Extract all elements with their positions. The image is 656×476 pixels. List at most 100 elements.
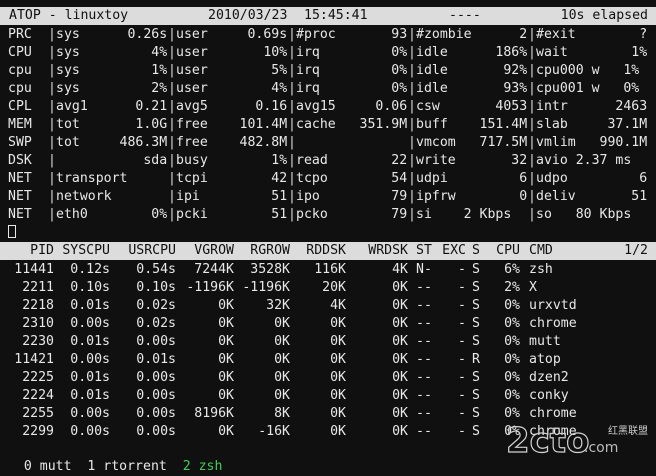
- process-cell-cmd: X: [529, 280, 537, 295]
- process-row[interactable]: 2211 0.10s 0.10s -1196K -1196K 20K 0K -- - S 2% X: [0, 279, 620, 297]
- process-cell-rgrow: -1196K: [242, 280, 290, 295]
- stat-cell: irq 0%: [296, 81, 408, 96]
- process-column-wrdsk: WRDSK: [368, 243, 408, 258]
- process-cell-syscpu: 0.00s: [70, 352, 110, 367]
- stat-row-label: NET: [8, 171, 32, 186]
- column-separator: |: [168, 189, 176, 204]
- column-separator: |: [168, 117, 176, 132]
- process-cell-s: S: [472, 280, 480, 295]
- tmux-window-2-active[interactable]: 2 zsh: [183, 459, 223, 474]
- process-cell-exc: -: [458, 424, 466, 439]
- process-column-usrcpu: USRCPU: [128, 243, 176, 258]
- stat-cell: eth0 0%: [56, 207, 168, 222]
- process-cell-s: S: [472, 316, 480, 331]
- watermark-logo: 2cto .com 红黑联盟: [505, 420, 648, 461]
- process-cell-st: --: [416, 406, 432, 421]
- process-cell-vgrow: 0K: [218, 352, 234, 367]
- process-cell-usrcpu: 0.01s: [136, 352, 176, 367]
- process-cell-s: R: [472, 352, 480, 367]
- process-row[interactable]: 2224 0.01s 0.00s 0K 0K 0K 0K -- - S 0% conky: [0, 387, 620, 405]
- process-cell-usrcpu: 0.02s: [136, 316, 176, 331]
- process-row[interactable]: 2310 0.00s 0.02s 0K 0K 0K 0K -- - S 0% chrome: [0, 315, 620, 333]
- process-row[interactable]: 11441 0.12s 0.54s 7244K 3528K 116K 4K N- - S 6% zsh: [0, 261, 620, 279]
- stat-cell: irq 0%: [296, 45, 408, 60]
- column-separator: |: [288, 99, 296, 114]
- process-cell-cmd: chrome: [529, 316, 577, 331]
- column-separator: |: [288, 117, 296, 132]
- process-cell-rddsk: 0K: [330, 316, 346, 331]
- column-separator: |: [168, 99, 176, 114]
- stat-cell: ipi 51: [176, 189, 288, 204]
- process-column-rddsk: RDDSK: [306, 243, 346, 258]
- tmux-window-0[interactable]: 0 mutt: [24, 459, 72, 474]
- column-separator: |: [408, 45, 416, 60]
- stat-row-label: NET: [8, 189, 32, 204]
- stat-cell: vmlim 990.1M: [536, 135, 648, 150]
- column-separator: |: [48, 27, 56, 42]
- column-separator: |: [168, 45, 176, 60]
- column-separator: |: [528, 63, 536, 78]
- process-cell-cmd: zsh: [529, 262, 553, 277]
- stat-cell: read 22: [296, 153, 408, 168]
- process-cell-rddsk: 0K: [330, 424, 346, 439]
- tmux-window-1[interactable]: 1 rtorrent: [87, 459, 166, 474]
- stat-cell: udpi 6: [416, 171, 528, 186]
- process-column-pid: PID: [30, 243, 54, 258]
- process-cell-st: --: [416, 352, 432, 367]
- process-cell-rgrow: 0K: [274, 352, 290, 367]
- column-separator: |: [528, 117, 536, 132]
- process-column-headers: PID SYSCPU USRCPU VGROW RGROW RDDSK WRDSK ST EXC…: [0, 243, 620, 259]
- process-cell-wrdsk: 0K: [392, 388, 408, 403]
- process-cell-cmd: atop: [529, 352, 561, 367]
- stat-cell: avg1 0.21: [56, 99, 168, 114]
- column-separator: |: [528, 27, 536, 42]
- column-separator: |: [408, 189, 416, 204]
- process-cell-pid: 2218: [22, 298, 54, 313]
- column-separator: |: [408, 27, 416, 42]
- process-cell-pid: 2310: [22, 316, 54, 331]
- process-cell-cpu: 0%: [504, 388, 520, 403]
- process-cell-wrdsk: 0K: [392, 280, 408, 295]
- stat-cell: slab 37.1M: [536, 117, 648, 132]
- process-cell-pid: 11421: [14, 352, 54, 367]
- stat-cell: pcko 79: [296, 207, 408, 222]
- process-cell-s: S: [472, 424, 480, 439]
- stat-cell: cpu000 w 1%: [536, 63, 640, 78]
- process-row[interactable]: 2230 0.01s 0.00s 0K 0K 0K 0K -- - S 0% mutt: [0, 333, 620, 351]
- process-column-syscpu: SYSCPU: [62, 243, 110, 258]
- stat-cell: deliv 51: [536, 189, 648, 204]
- process-cell-s: S: [472, 370, 480, 385]
- process-cell-pid: 2211: [22, 280, 54, 295]
- process-column-vgrow: VGROW: [194, 243, 234, 258]
- process-row[interactable]: 11421 0.00s 0.01s 0K 0K 0K 0K -- - R 0% atop: [0, 351, 620, 369]
- process-cell-rddsk: 116K: [314, 262, 346, 277]
- process-cell-rddsk: 0K: [330, 406, 346, 421]
- process-cell-cmd: dzen2: [529, 370, 569, 385]
- column-separator: |: [48, 117, 56, 132]
- process-row[interactable]: 2218 0.01s 0.02s 0K 32K 4K 0K -- - S 0% urxvtd: [0, 297, 620, 315]
- column-separator: |: [288, 189, 296, 204]
- process-cell-exc: -: [458, 370, 466, 385]
- stat-cell: si 2 Kbps: [416, 207, 512, 222]
- process-cell-exc: -: [458, 388, 466, 403]
- process-cell-exc: -: [458, 352, 466, 367]
- process-cell-cpu: 2%: [504, 280, 520, 295]
- process-cell-vgrow: -1196K: [186, 280, 234, 295]
- process-row[interactable]: 2225 0.01s 0.00s 0K 0K 0K 0K -- - S 0% dzen2: [0, 369, 620, 387]
- watermark-cn: 红黑联盟: [608, 424, 648, 437]
- process-cell-s: S: [472, 298, 480, 313]
- stat-cell: so 80 Kbps: [536, 207, 632, 222]
- stat-cell: free 482.8M: [176, 135, 288, 150]
- stat-row-label: PRC: [8, 27, 32, 42]
- process-cell-rgrow: 32K: [266, 298, 290, 313]
- column-separator: |: [168, 63, 176, 78]
- column-separator: |: [528, 153, 536, 168]
- process-cell-wrdsk: 0K: [392, 424, 408, 439]
- column-separator: |: [408, 117, 416, 132]
- process-cell-exc: -: [458, 406, 466, 421]
- column-separator: |: [528, 207, 536, 222]
- process-cell-rddsk: 0K: [330, 334, 346, 349]
- process-cell-exc: -: [458, 280, 466, 295]
- stat-cell: user 5%: [176, 63, 288, 78]
- process-cell-rgrow: 0K: [274, 334, 290, 349]
